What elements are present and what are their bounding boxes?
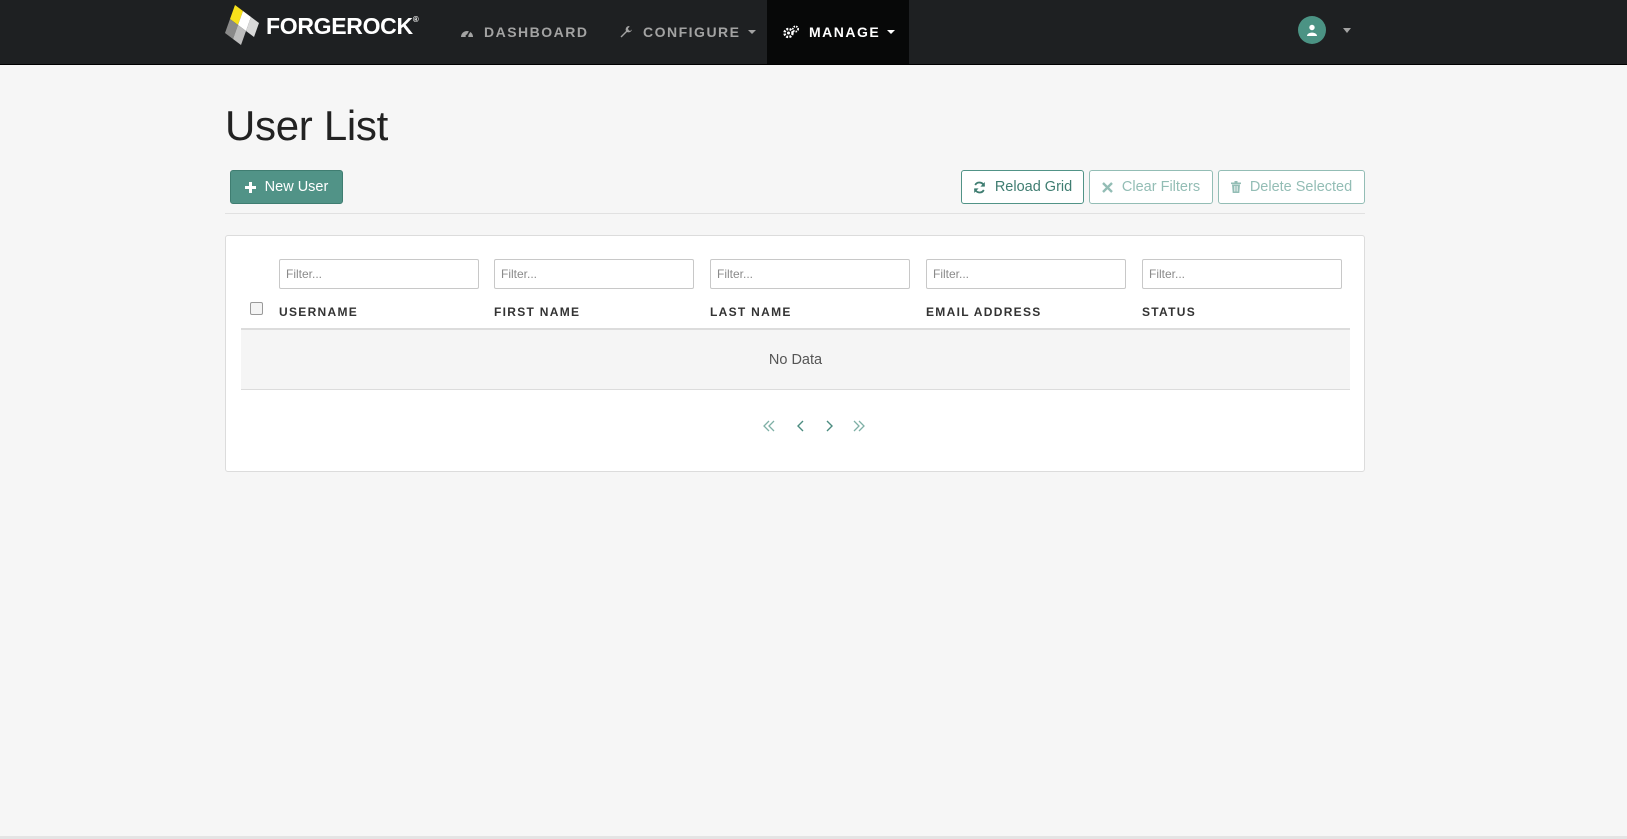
user-menu[interactable]: [1298, 16, 1351, 44]
toolbar-divider: [225, 213, 1365, 214]
column-header-first-name[interactable]: FIRST NAME: [494, 305, 580, 319]
column-header-email[interactable]: EMAIL ADDRESS: [926, 305, 1042, 319]
column-header-username[interactable]: USERNAME: [279, 305, 358, 319]
previous-page-icon[interactable]: [794, 419, 808, 433]
first-name-filter-input[interactable]: [494, 259, 694, 289]
last-page-icon[interactable]: [852, 419, 866, 433]
column-header-last-name[interactable]: LAST NAME: [710, 305, 792, 319]
nav-manage[interactable]: MANAGE: [767, 0, 909, 64]
forgerock-logo-icon: [225, 5, 259, 45]
page-title: User List: [225, 102, 389, 149]
username-filter-input[interactable]: [279, 259, 479, 289]
plus-icon: [244, 181, 256, 193]
delete-selected-label: Delete Selected: [1249, 179, 1353, 195]
wrench-icon: [619, 25, 633, 39]
x-icon: [1102, 181, 1113, 193]
trash-icon: [1230, 181, 1241, 193]
brand-name: FORGEROCK®: [266, 13, 419, 39]
chevron-down-icon: [1343, 27, 1351, 33]
next-page-icon[interactable]: [822, 419, 836, 433]
new-user-button[interactable]: New User: [230, 170, 343, 204]
last-name-filter-input[interactable]: [710, 259, 910, 289]
user-grid-panel: USERNAME FIRST NAME LAST NAME EMAIL ADDR…: [225, 235, 1365, 472]
clear-filters-label: Clear Filters: [1121, 179, 1201, 195]
delete-selected-button[interactable]: Delete Selected: [1218, 170, 1365, 204]
nav-dashboard[interactable]: DASHBOARD: [444, 0, 605, 64]
user-avatar-icon: [1298, 16, 1326, 44]
first-page-icon[interactable]: [762, 419, 776, 433]
forgerock-logo[interactable]: FORGEROCK®: [225, 5, 419, 48]
reload-grid-button[interactable]: Reload Grid: [961, 170, 1084, 204]
nav-dashboard-label: DASHBOARD: [484, 24, 589, 40]
empty-row: No Data: [241, 330, 1350, 390]
clear-filters-button[interactable]: Clear Filters: [1089, 170, 1213, 204]
column-header-status[interactable]: STATUS: [1142, 305, 1196, 319]
top-navbar: FORGEROCK® DASHBOARD CONFIGURE MANAGE: [0, 0, 1627, 65]
no-data-text: No Data: [768, 351, 823, 368]
nav-manage-label: MANAGE: [809, 24, 881, 40]
dashboard-gauge-icon: [460, 26, 474, 38]
nav-configure-label: CONFIGURE: [643, 24, 741, 40]
select-all-checkbox[interactable]: [250, 302, 263, 315]
status-filter-input[interactable]: [1142, 259, 1342, 289]
nav-configure[interactable]: CONFIGURE: [603, 0, 772, 64]
refresh-icon: [973, 181, 986, 194]
reload-grid-label: Reload Grid: [994, 179, 1073, 195]
chevron-down-icon: [747, 30, 756, 34]
chevron-down-icon: [887, 30, 896, 34]
gears-icon: [783, 25, 799, 39]
new-user-label: New User: [264, 179, 329, 195]
email-filter-input[interactable]: [926, 259, 1126, 289]
